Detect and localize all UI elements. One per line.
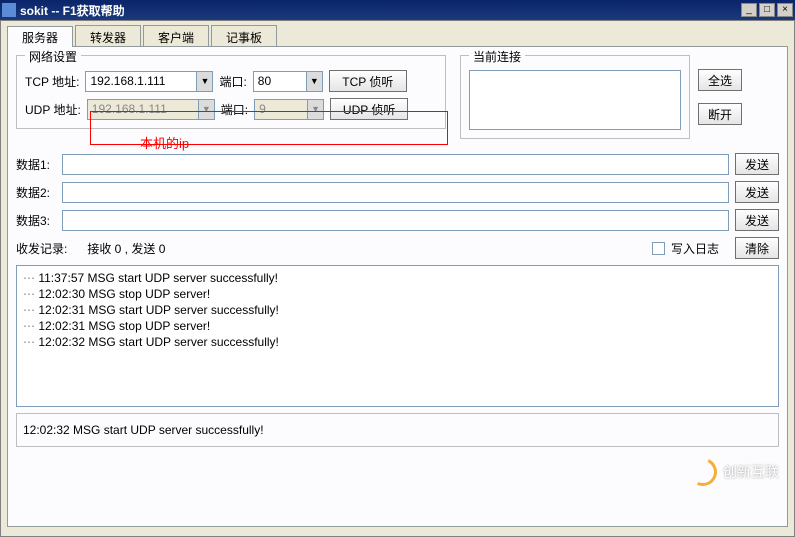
udp-port-value: 9 bbox=[255, 102, 307, 116]
watermark-icon bbox=[685, 454, 721, 490]
tab-label: 记事板 bbox=[226, 31, 262, 45]
data2-label: 数据2: bbox=[16, 184, 56, 201]
udp-port-combo[interactable]: 9 ▼ bbox=[254, 99, 324, 120]
group-connections: 当前连接 bbox=[460, 55, 690, 139]
udp-addr-combo[interactable]: 192.168.1.111 ▼ bbox=[87, 99, 215, 120]
window-title: sokit -- F1获取帮助 bbox=[20, 2, 739, 19]
group-network: 网络设置 TCP 地址: 192.168.1.111 ▼ 端口: 80 ▼ TC… bbox=[16, 55, 446, 129]
status-text: 12:02:32 MSG start UDP server successful… bbox=[23, 423, 264, 437]
tab-strip: 服务器 转发器 客户端 记事板 bbox=[7, 25, 788, 47]
status-bar: 12:02:32 MSG start UDP server successful… bbox=[16, 413, 779, 447]
write-log-label: 写入日志 bbox=[671, 240, 719, 257]
disconnect-button[interactable]: 断开 bbox=[698, 103, 742, 125]
tab-server[interactable]: 服务器 bbox=[7, 26, 73, 47]
udp-addr-label: UDP 地址: bbox=[25, 101, 81, 118]
tcp-addr-combo[interactable]: 192.168.1.111 ▼ bbox=[85, 71, 213, 92]
log-line: ⋯ 12:02:32 MSG start UDP server successf… bbox=[23, 334, 772, 350]
stats-text: 接收 0 , 发送 0 bbox=[87, 240, 165, 257]
tcp-listen-button[interactable]: TCP 侦听 bbox=[329, 70, 407, 92]
app-icon bbox=[2, 3, 16, 17]
log-line: ⋯ 12:02:31 MSG stop UDP server! bbox=[23, 318, 772, 334]
maximize-button[interactable]: □ bbox=[759, 3, 775, 17]
udp-port-label: 端口: bbox=[221, 101, 248, 118]
title-bar: sokit -- F1获取帮助 _ □ × bbox=[0, 0, 795, 20]
log-list[interactable]: ⋯ 11:37:57 MSG start UDP server successf… bbox=[16, 265, 779, 407]
tcp-port-combo[interactable]: 80 ▼ bbox=[253, 71, 323, 92]
clear-button[interactable]: 清除 bbox=[735, 237, 779, 259]
tab-client[interactable]: 客户端 bbox=[143, 25, 209, 46]
send2-button[interactable]: 发送 bbox=[735, 181, 779, 203]
data3-input[interactable] bbox=[62, 210, 729, 231]
tab-notepad[interactable]: 记事板 bbox=[211, 25, 277, 46]
data1-label: 数据1: bbox=[16, 156, 56, 173]
tcp-port-label: 端口: bbox=[219, 73, 246, 90]
tab-label: 服务器 bbox=[22, 31, 58, 45]
tcp-addr-value: 192.168.1.111 bbox=[86, 74, 196, 88]
send1-button[interactable]: 发送 bbox=[735, 153, 779, 175]
tab-page-server: 网络设置 TCP 地址: 192.168.1.111 ▼ 端口: 80 ▼ TC… bbox=[7, 47, 788, 527]
send3-button[interactable]: 发送 bbox=[735, 209, 779, 231]
watermark-text: 创新互联 bbox=[723, 462, 779, 482]
group-network-title: 网络设置 bbox=[25, 48, 81, 65]
tab-forwarder[interactable]: 转发器 bbox=[75, 25, 141, 46]
group-connections-title: 当前连接 bbox=[469, 48, 525, 65]
write-log-checkbox[interactable] bbox=[652, 242, 665, 255]
tab-label: 客户端 bbox=[158, 31, 194, 45]
chevron-down-icon: ▼ bbox=[306, 72, 322, 91]
minimize-button[interactable]: _ bbox=[741, 3, 757, 17]
tcp-addr-label: TCP 地址: bbox=[25, 73, 79, 90]
udp-listen-button[interactable]: UDP 侦听 bbox=[330, 98, 408, 120]
watermark: 创新互联 bbox=[689, 458, 779, 486]
udp-addr-value: 192.168.1.111 bbox=[88, 102, 198, 116]
chevron-down-icon: ▼ bbox=[307, 100, 323, 119]
log-line: ⋯ 11:37:57 MSG start UDP server successf… bbox=[23, 270, 772, 286]
data3-label: 数据3: bbox=[16, 212, 56, 229]
data1-input[interactable] bbox=[62, 154, 729, 175]
connections-list[interactable] bbox=[469, 70, 681, 130]
main-panel: 服务器 转发器 客户端 记事板 网络设置 TCP 地址: 192.168.1.1… bbox=[0, 20, 795, 537]
close-button[interactable]: × bbox=[777, 3, 793, 17]
log-line: ⋯ 12:02:31 MSG start UDP server successf… bbox=[23, 302, 772, 318]
stats-label: 收发记录: bbox=[16, 240, 67, 257]
data2-input[interactable] bbox=[62, 182, 729, 203]
chevron-down-icon: ▼ bbox=[198, 100, 214, 119]
chevron-down-icon: ▼ bbox=[196, 72, 212, 91]
select-all-button[interactable]: 全选 bbox=[698, 69, 742, 91]
log-line: ⋯ 12:02:30 MSG stop UDP server! bbox=[23, 286, 772, 302]
tab-label: 转发器 bbox=[90, 31, 126, 45]
tcp-port-value: 80 bbox=[254, 74, 306, 88]
